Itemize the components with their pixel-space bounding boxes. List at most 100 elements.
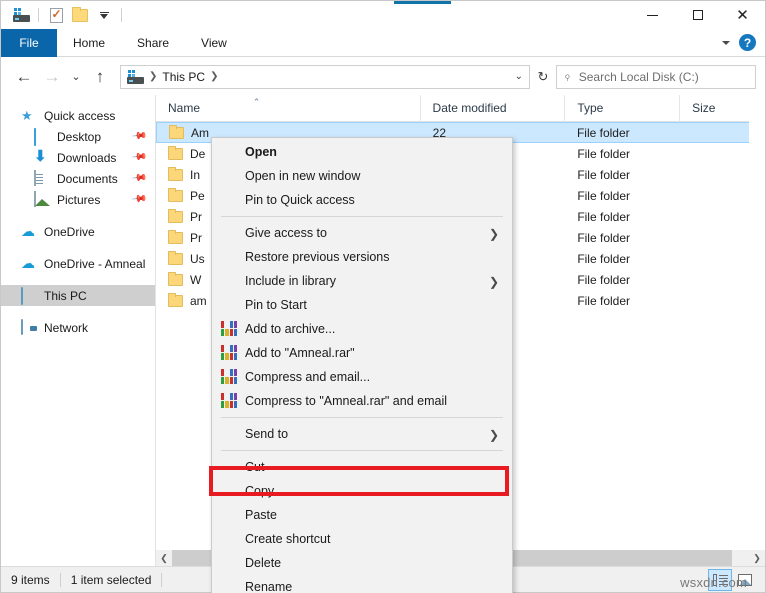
folder-icon: [169, 127, 184, 139]
menu-label: Cut: [245, 460, 264, 474]
this-pc-icon[interactable]: [9, 4, 33, 26]
expand-ribbon-icon[interactable]: [722, 41, 730, 45]
vertical-scrollbar[interactable]: [749, 95, 765, 550]
menu-item-restore-previous-versions[interactable]: Restore previous versions: [212, 245, 512, 269]
winrar-icon: [221, 345, 237, 360]
cloud-icon: ☁: [21, 256, 37, 272]
menu-item-create-shortcut[interactable]: Create shortcut: [212, 527, 512, 551]
breadcrumb-separator-1: ❯: [149, 71, 157, 82]
sidebar-label: OneDrive: [44, 225, 95, 239]
sidebar-label: Network: [44, 321, 88, 335]
column-header-name[interactable]: Name ⌃: [156, 95, 421, 122]
breadcrumb-this-pc[interactable]: This PC: [162, 70, 205, 84]
menu-item-open-in-new-window[interactable]: Open in new window: [212, 164, 512, 188]
folder-icon: [168, 211, 183, 223]
menu-label: Copy: [245, 484, 274, 498]
scroll-left-icon[interactable]: ❮: [156, 550, 172, 566]
pin-icon: 📌: [130, 128, 147, 144]
sidebar-item-onedrive-amneal[interactable]: ☁ OneDrive - Amneal: [1, 253, 155, 274]
sidebar-spacer: [1, 210, 155, 221]
menu-item-pin-to-quick-access[interactable]: Pin to Quick access: [212, 188, 512, 212]
address-dropdown-icon[interactable]: ⌄: [515, 71, 523, 82]
sidebar-item-network[interactable]: Network: [1, 317, 155, 338]
sidebar-spacer: [1, 242, 155, 253]
tab-home[interactable]: Home: [57, 29, 121, 57]
sidebar-item-desktop[interactable]: Desktop 📌: [1, 126, 155, 147]
menu-item-compress-to-rar-and-email[interactable]: Compress to "Amneal.rar" and email: [212, 389, 512, 413]
maximize-icon: [693, 10, 703, 20]
row-name: Pe: [190, 189, 205, 203]
tab-file[interactable]: File: [1, 29, 57, 57]
row-name: Pr: [190, 210, 202, 224]
address-bar: ← → ⌄ ↑ ❯ This PC ❯ ⌄ ↻ ⌕ Search Local D…: [1, 58, 765, 95]
search-input[interactable]: ⌕ Search Local Disk (C:): [556, 65, 756, 89]
details-view-button[interactable]: [708, 569, 732, 591]
menu-item-send-to[interactable]: Send to ❯: [212, 422, 512, 446]
folder-icon: [168, 169, 183, 181]
new-folder-glyph: [72, 9, 88, 22]
row-name: In: [190, 168, 200, 182]
tab-view[interactable]: View: [185, 29, 243, 57]
minimize-button[interactable]: [630, 1, 675, 29]
row-type: File folder: [565, 126, 679, 140]
sidebar-item-downloads[interactable]: ⬇ Downloads 📌: [1, 147, 155, 168]
folder-icon: [168, 148, 183, 160]
top-accent-bar: [394, 1, 451, 4]
help-icon[interactable]: ?: [739, 34, 756, 51]
column-header-date-modified[interactable]: Date modified: [421, 95, 566, 122]
address-path-box[interactable]: ❯ This PC ❯ ⌄: [120, 65, 530, 89]
menu-item-rename[interactable]: Rename: [212, 575, 512, 593]
recent-locations-button[interactable]: ⌄: [66, 63, 86, 91]
breadcrumb-separator-2[interactable]: ❯: [210, 71, 218, 82]
sidebar-label: Downloads: [57, 151, 116, 165]
menu-item-include-in-library[interactable]: Include in library ❯: [212, 269, 512, 293]
forward-button[interactable]: →: [38, 63, 66, 91]
menu-item-pin-to-start[interactable]: Pin to Start: [212, 293, 512, 317]
menu-item-compress-and-email[interactable]: Compress and email...: [212, 365, 512, 389]
menu-label: Restore previous versions: [245, 250, 390, 264]
new-folder-icon[interactable]: [68, 4, 92, 26]
quick-access-toolbar: [1, 1, 127, 29]
row-type: File folder: [565, 189, 680, 203]
sidebar-item-quick-access[interactable]: ★ Quick access: [1, 105, 155, 126]
tab-share[interactable]: Share: [121, 29, 185, 57]
back-button[interactable]: ←: [10, 63, 38, 91]
address-this-pc-icon: [127, 70, 144, 84]
sidebar-item-onedrive[interactable]: ☁ OneDrive: [1, 221, 155, 242]
sidebar-item-documents[interactable]: Documents 📌: [1, 168, 155, 189]
scroll-right-icon[interactable]: ❯: [749, 550, 765, 566]
folder-icon: [168, 274, 183, 286]
row-type: File folder: [565, 168, 680, 182]
customize-dropdown-icon[interactable]: [92, 4, 116, 26]
chevron-down-icon: [100, 12, 109, 19]
menu-item-add-to-rar[interactable]: Add to "Amneal.rar": [212, 341, 512, 365]
menu-label: Add to "Amneal.rar": [245, 346, 355, 360]
menu-item-give-access-to[interactable]: Give access to ❯: [212, 221, 512, 245]
menu-item-paste[interactable]: Paste: [212, 503, 512, 527]
column-header-type[interactable]: Type: [565, 95, 680, 122]
sidebar-spacer: [1, 306, 155, 317]
menu-item-open[interactable]: Open: [212, 140, 512, 164]
folder-icon: [168, 253, 183, 265]
close-button[interactable]: ✕: [720, 1, 765, 29]
sidebar-spacer: [1, 274, 155, 285]
status-divider-2: [161, 573, 162, 587]
picture-icon: [34, 192, 50, 208]
maximize-button[interactable]: [675, 1, 720, 29]
menu-label: Send to: [245, 427, 288, 441]
sidebar-item-pictures[interactable]: Pictures 📌: [1, 189, 155, 210]
sidebar-item-this-pc[interactable]: This PC: [1, 285, 155, 306]
menu-separator: [221, 216, 503, 217]
row-type: File folder: [565, 210, 680, 224]
view-mode-buttons: [708, 569, 765, 591]
row-type: File folder: [565, 147, 680, 161]
menu-item-cut[interactable]: Cut: [212, 455, 512, 479]
up-button[interactable]: ↑: [86, 63, 114, 91]
large-icons-view-button[interactable]: [733, 569, 757, 591]
menu-item-copy[interactable]: Copy: [212, 479, 512, 503]
refresh-button[interactable]: ↻: [530, 65, 556, 89]
submenu-arrow-icon: ❯: [489, 227, 499, 241]
menu-item-delete[interactable]: Delete: [212, 551, 512, 575]
menu-item-add-to-archive[interactable]: Add to archive...: [212, 317, 512, 341]
properties-icon[interactable]: [44, 4, 68, 26]
